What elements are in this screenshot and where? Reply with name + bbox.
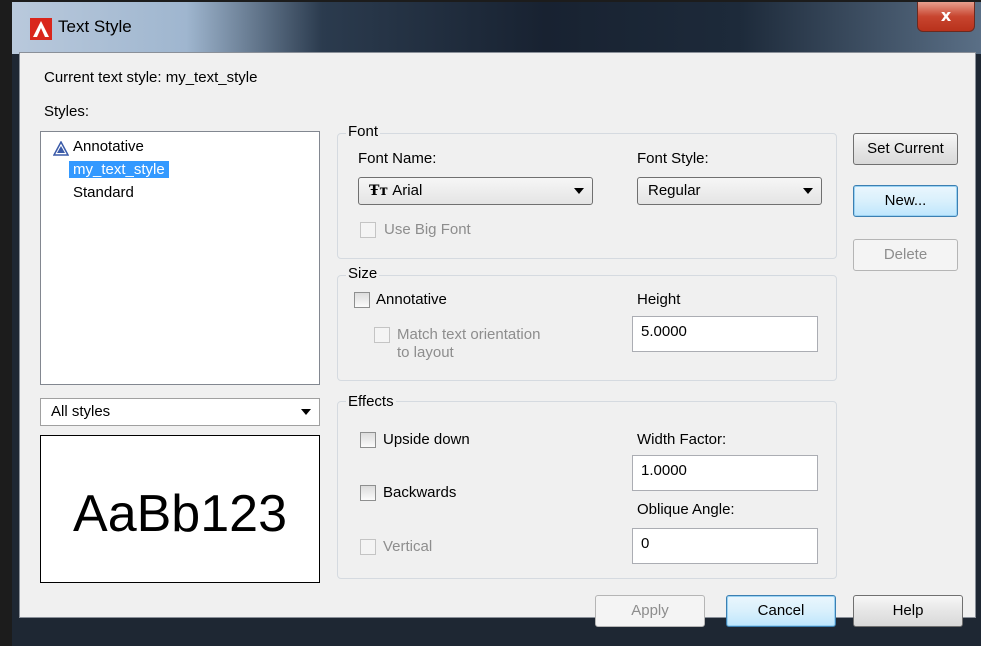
style-item-annotative[interactable]: Annotative	[73, 138, 144, 155]
font-name-value: Arial	[392, 182, 423, 199]
match-orientation-label-line2: to layout	[397, 344, 454, 361]
use-big-font-checkbox[interactable]	[360, 222, 376, 238]
font-name-dropdown[interactable]: Ŧт Arial	[358, 177, 593, 205]
upside-down-checkbox[interactable]	[360, 432, 376, 448]
style-preview-box: AaBb123	[40, 435, 320, 583]
backwards-label: Backwards	[383, 484, 457, 501]
chevron-down-icon	[301, 409, 311, 415]
font-style-dropdown[interactable]: Regular	[637, 177, 822, 205]
styles-label: Styles:	[44, 103, 90, 120]
cancel-button[interactable]: Cancel	[726, 595, 836, 627]
preview-text: AaBb123	[73, 485, 287, 543]
font-name-label: Font Name:	[358, 150, 437, 167]
dialog-client-area: Current text style: my_text_style Styles…	[19, 52, 976, 627]
styles-filter-dropdown[interactable]: All styles	[40, 398, 320, 426]
font-style-value: Regular	[648, 182, 701, 199]
style-item-my-text-style[interactable]: my_text_style	[69, 161, 169, 178]
chevron-down-icon	[803, 188, 813, 194]
chevron-down-icon	[574, 188, 584, 194]
oblique-angle-input[interactable]: 0	[632, 528, 818, 564]
current-style-label: Current text style:	[44, 69, 162, 86]
set-current-button[interactable]: Set Current	[853, 133, 958, 165]
oblique-angle-label: Oblique Angle:	[637, 501, 735, 518]
current-style-value: my_text_style	[165, 69, 258, 86]
truetype-font-icon: Ŧт	[369, 183, 389, 199]
match-orientation-label-line1: Match text orientation	[397, 326, 541, 343]
title-bar[interactable]: Text Style x	[12, 2, 981, 54]
font-style-label: Font Style:	[637, 150, 709, 167]
effects-group-title: Effects	[346, 393, 396, 410]
delete-button[interactable]: Delete	[853, 239, 958, 271]
styles-filter-value: All styles	[51, 403, 111, 420]
backwards-checkbox[interactable]	[360, 485, 376, 501]
height-input[interactable]: 5.0000	[632, 316, 818, 352]
size-annotative-label: Annotative	[376, 291, 447, 308]
match-orientation-checkbox[interactable]	[374, 327, 390, 343]
current-style-line: Current text style: my_text_style	[44, 69, 257, 86]
size-group-title: Size	[346, 265, 380, 282]
close-button[interactable]: x	[917, 2, 975, 32]
styles-list[interactable]: Annotative my_text_style Standard	[40, 131, 320, 385]
vertical-label: Vertical	[383, 538, 433, 555]
autocad-app-icon	[30, 18, 52, 40]
help-button[interactable]: Help	[853, 595, 963, 627]
width-factor-label: Width Factor:	[637, 431, 727, 448]
size-annotative-checkbox[interactable]	[354, 292, 370, 308]
style-item-standard[interactable]: Standard	[73, 184, 134, 201]
annotative-icon	[53, 141, 69, 156]
use-big-font-label: Use Big Font	[384, 221, 471, 238]
new-button[interactable]: New...	[853, 185, 958, 217]
height-label: Height	[637, 291, 681, 308]
upside-down-label: Upside down	[383, 431, 470, 448]
font-group-title: Font	[346, 123, 381, 140]
apply-button[interactable]: Apply	[595, 595, 705, 627]
window-title: Text Style	[58, 17, 132, 36]
vertical-checkbox[interactable]	[360, 539, 376, 555]
width-factor-input[interactable]: 1.0000	[632, 455, 818, 491]
